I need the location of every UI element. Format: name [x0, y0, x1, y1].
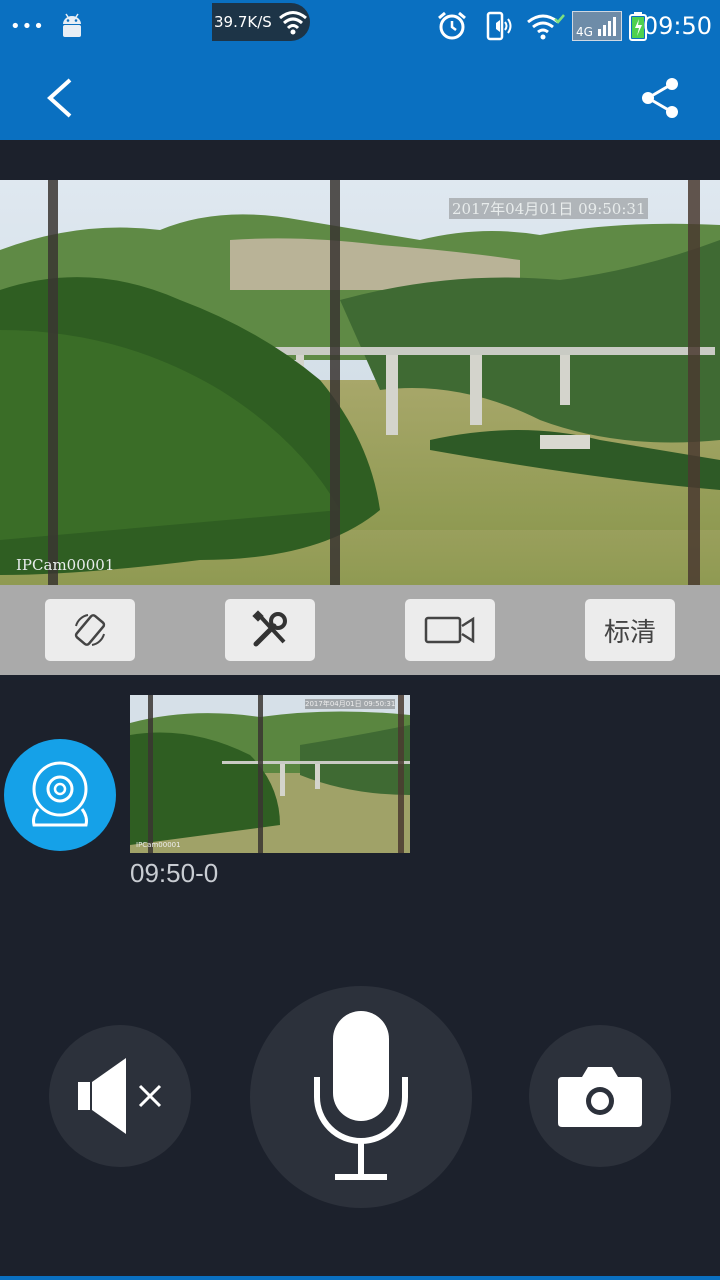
share-icon[interactable]	[636, 74, 684, 122]
phone-vibrate-icon	[484, 0, 514, 52]
android-icon	[58, 0, 86, 52]
bottom-accent-line	[0, 1276, 720, 1280]
microphone-button[interactable]	[250, 986, 472, 1208]
thumbnail-image	[130, 695, 410, 853]
settings-button[interactable]	[225, 599, 315, 661]
video-toolbar: 标清	[0, 585, 720, 675]
tools-icon	[252, 610, 287, 647]
spacer	[0, 140, 720, 180]
back-chevron-icon[interactable]	[40, 76, 80, 120]
rotate-icon	[74, 614, 106, 646]
mute-button[interactable]	[49, 1025, 191, 1167]
video-timestamp: 2017年04月01日 09:50:31	[449, 198, 649, 219]
clock: 09:50	[642, 12, 712, 40]
network-speed-badge: 39.7K/S	[212, 3, 310, 41]
camera-device-icon	[32, 761, 88, 827]
recording-label: 09:50-0	[130, 858, 219, 888]
wifi-icon	[526, 0, 566, 52]
camera-avatar[interactable]	[4, 739, 116, 851]
speaker-mute-icon	[78, 1058, 162, 1134]
camera-label: IPCam00001	[16, 556, 115, 574]
thumbnail-timestamp: 2017年04月01日 09:50:31	[305, 699, 396, 709]
quality-label: 标清	[603, 617, 656, 648]
microphone-icon	[314, 1011, 408, 1180]
network-speed: 39.7K/S	[214, 13, 272, 31]
signal-icon: 4G	[572, 0, 622, 52]
status-bar: ••• 39.7K/S 4G 09:50	[0, 0, 720, 52]
thumbnail-camera-label: IPCam00001	[136, 841, 181, 849]
video-frame	[0, 180, 720, 585]
quality-button[interactable]: 标清	[585, 599, 675, 661]
recording-thumbnail[interactable]: 2017年04月01日 09:50:31 IPCam00001	[130, 695, 410, 853]
more-dots: •••	[10, 15, 45, 37]
video-camera-icon	[424, 616, 475, 644]
live-video-view[interactable]: 2017年04月01日 09:50:31 IPCam00001	[0, 180, 720, 585]
app-bar	[0, 52, 720, 140]
alarm-icon	[436, 0, 468, 52]
snapshot-button[interactable]	[529, 1025, 671, 1167]
network-type: 4G	[576, 25, 593, 39]
record-video-button[interactable]	[405, 599, 495, 661]
wifi-icon	[278, 11, 307, 35]
camera-icon	[558, 1067, 642, 1127]
rotate-button[interactable]	[45, 599, 135, 661]
